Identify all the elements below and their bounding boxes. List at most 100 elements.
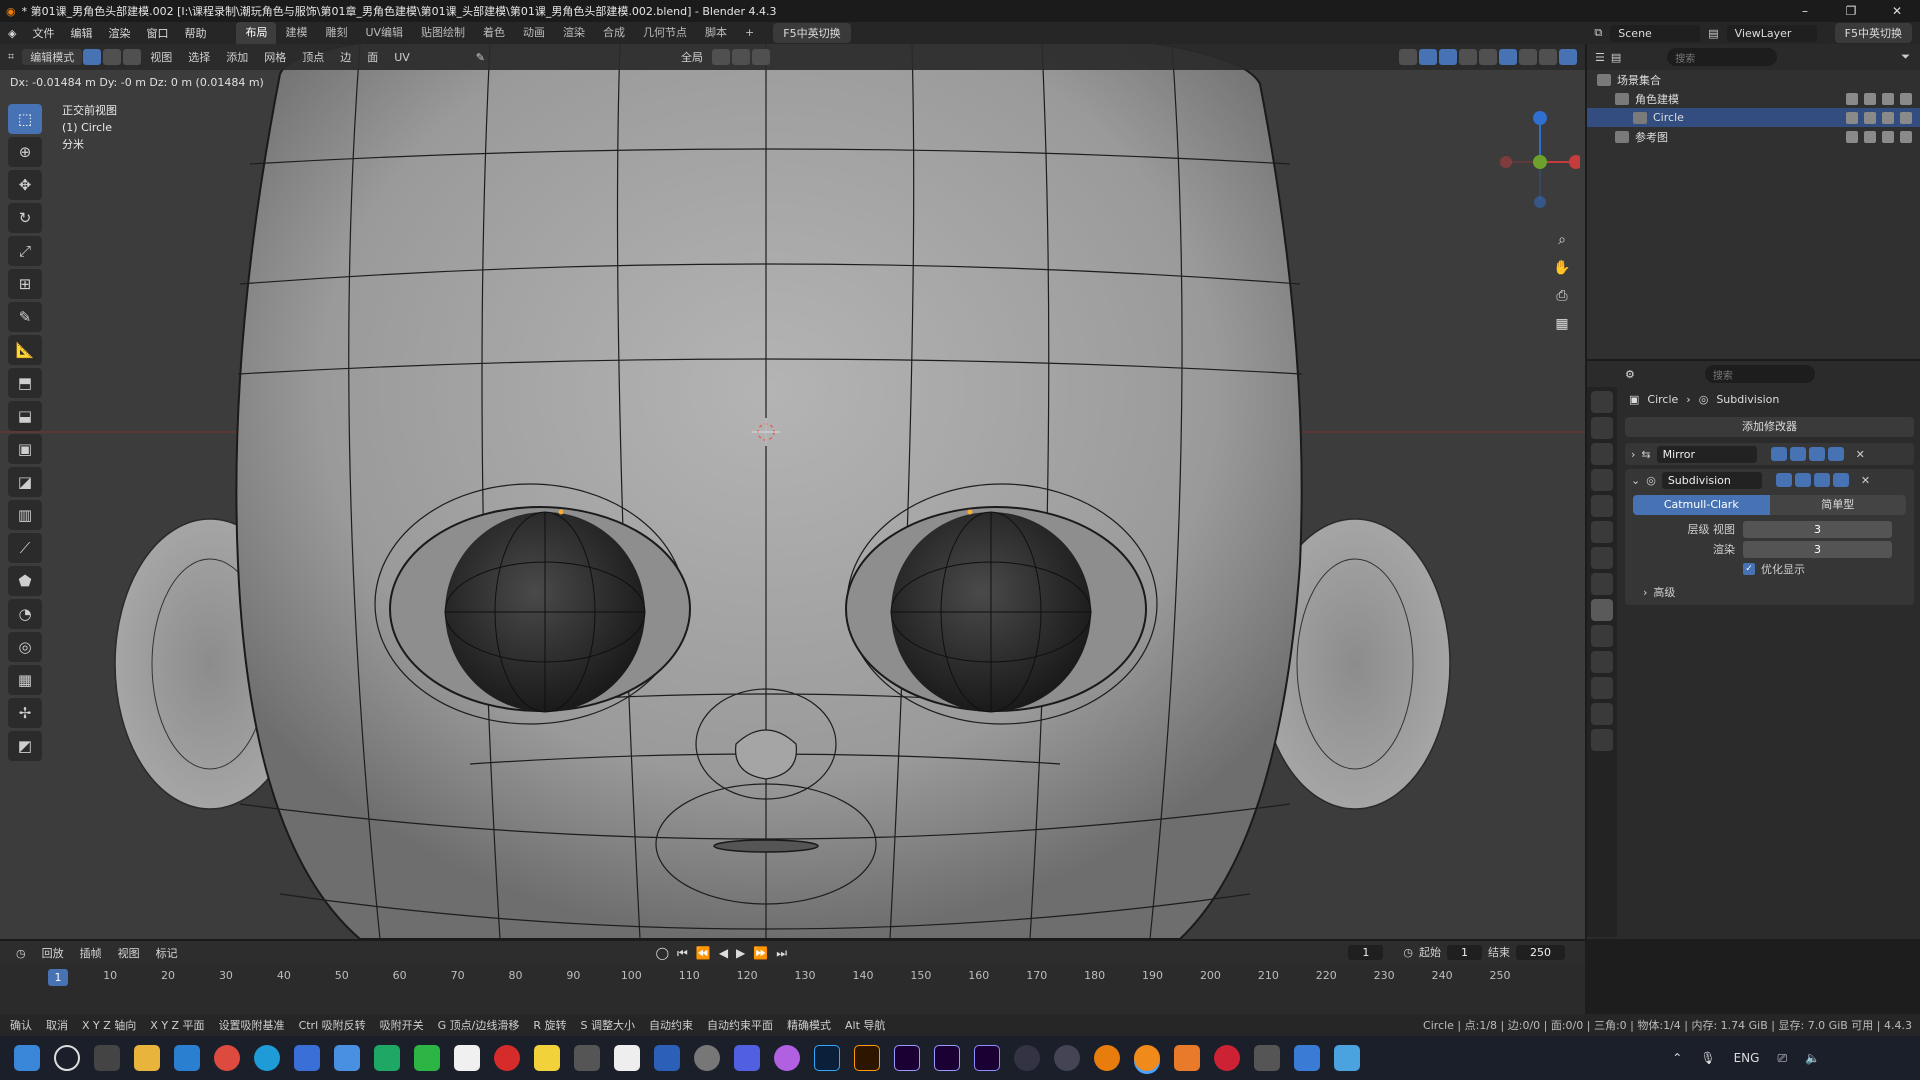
tray-expand-icon[interactable]: ⌃ <box>1672 1051 1682 1066</box>
app-icon[interactable] <box>1214 1045 1240 1071</box>
outliner-editor-icon[interactable]: ☰ <box>1595 51 1605 64</box>
menu-marker[interactable]: 标记 <box>148 945 186 961</box>
outliner-row[interactable]: 角色建模 <box>1587 89 1920 108</box>
move-tool-icon[interactable]: ✥ <box>8 170 42 200</box>
tab-scripting[interactable]: 脚本 <box>696 22 736 44</box>
ortho-grid-icon[interactable]: ▦ <box>1550 312 1574 336</box>
shading-rendered-button[interactable] <box>1539 49 1557 65</box>
levels-viewport-field[interactable]: 3 <box>1743 520 1892 538</box>
annotate-tool-icon[interactable]: ✎ <box>8 302 42 332</box>
app-icon[interactable] <box>574 1045 600 1071</box>
menu-timeline-view[interactable]: 视图 <box>110 945 148 961</box>
tab-uv-editing[interactable]: UV编辑 <box>356 22 412 44</box>
start-frame-field[interactable]: 1 <box>1447 944 1482 960</box>
timeline-editor-icon[interactable]: ◷ <box>8 947 34 960</box>
modifier-tab-icon[interactable] <box>1591 599 1613 621</box>
tab-compositing[interactable]: 合成 <box>594 22 634 44</box>
menu-help[interactable]: 帮助 <box>176 25 214 41</box>
tab-geometry-nodes[interactable]: 几何节点 <box>634 22 696 44</box>
snap-button[interactable] <box>732 49 750 65</box>
material-tab-icon[interactable] <box>1591 729 1613 751</box>
menu-add[interactable]: 添加 <box>218 49 256 65</box>
end-frame-field[interactable]: 250 <box>1516 944 1565 960</box>
collapse-icon[interactable]: ⌄ <box>1631 474 1640 487</box>
display-mode-icon[interactable]: ▤ <box>1611 51 1621 64</box>
menu-face[interactable]: 面 <box>359 49 386 65</box>
constraints-tab-icon[interactable] <box>1591 677 1613 699</box>
remove-modifier-icon[interactable]: ✕ <box>1861 474 1870 487</box>
mirror-toggles[interactable] <box>1770 447 1844 461</box>
mirror-name-field[interactable]: Mirror <box>1656 445 1757 463</box>
menu-file[interactable]: 文件 <box>24 25 62 41</box>
visibility-toggles[interactable] <box>1846 92 1912 105</box>
bevel-tool-icon[interactable]: ◪ <box>8 467 42 497</box>
playhead[interactable]: 1 <box>48 969 68 986</box>
network-icon[interactable]: ⎚ <box>1777 1051 1787 1066</box>
jump-start-icon[interactable]: ⏮ <box>677 946 688 961</box>
menu-select[interactable]: 选择 <box>180 49 218 65</box>
word-icon[interactable] <box>654 1045 680 1071</box>
app-icon[interactable] <box>294 1045 320 1071</box>
blender-menu-icon[interactable]: ◈ <box>0 27 24 40</box>
app-icon[interactable] <box>374 1045 400 1071</box>
eyedropper-icon[interactable]: ✎ <box>468 51 493 64</box>
edge-icon[interactable] <box>254 1045 280 1071</box>
tab-texture-paint[interactable]: 贴图绘制 <box>412 22 474 44</box>
smooth-tool-icon[interactable]: ◎ <box>8 632 42 662</box>
particles-tab-icon[interactable] <box>1591 625 1613 647</box>
cursor-tool-icon[interactable]: ⊕ <box>8 137 42 167</box>
search-icon[interactable] <box>54 1045 80 1071</box>
physics-tab-icon[interactable] <box>1591 651 1613 673</box>
outliner-search[interactable]: 搜索 <box>1667 48 1778 66</box>
tab-rendering[interactable]: 渲染 <box>554 22 594 44</box>
record-icon[interactable]: ◯ <box>656 946 669 961</box>
shading-solid-button[interactable] <box>1499 49 1517 65</box>
xray-button[interactable] <box>1459 49 1477 65</box>
outliner-row[interactable]: 参考图 <box>1587 127 1920 146</box>
shrink-tool-icon[interactable]: ▦ <box>8 665 42 695</box>
play-icon[interactable]: ▶ <box>736 946 745 961</box>
app-icon[interactable] <box>1174 1045 1200 1071</box>
subdivision-toggles[interactable] <box>1775 473 1849 487</box>
app-icon[interactable] <box>1054 1045 1080 1071</box>
jump-end-icon[interactable]: ⏭ <box>776 946 787 961</box>
rip-tool-icon[interactable]: ◩ <box>8 731 42 761</box>
face-select-button[interactable] <box>123 49 142 65</box>
menu-render[interactable]: 渲染 <box>100 25 138 41</box>
render-levels-field[interactable]: 3 <box>1743 540 1892 558</box>
app-icon[interactable] <box>1014 1045 1040 1071</box>
subdivision-name-field[interactable]: Subdivision <box>1661 471 1762 489</box>
data-tab-icon[interactable] <box>1591 703 1613 725</box>
simple-button[interactable]: 简单型 <box>1769 495 1906 515</box>
outliner-row[interactable]: 场景集合 <box>1587 70 1920 89</box>
app-icon[interactable] <box>1254 1045 1280 1071</box>
menu-playback[interactable]: 回放 <box>34 945 72 961</box>
camera-view-icon[interactable]: ⎙ <box>1550 284 1574 308</box>
close-button[interactable]: ✕ <box>1874 4 1920 18</box>
app-icon[interactable] <box>334 1045 360 1071</box>
input-language[interactable]: ENG <box>1734 1051 1760 1066</box>
scale-tool-icon[interactable]: ⤢ <box>8 236 42 266</box>
minimize-button[interactable]: – <box>1782 4 1828 18</box>
pivot-button[interactable] <box>712 49 730 65</box>
tab-modeling[interactable]: 建模 <box>276 22 316 44</box>
blender-icon[interactable] <box>1094 1045 1120 1071</box>
proportional-edit-button[interactable] <box>752 49 770 65</box>
expand-icon[interactable]: › <box>1631 448 1635 461</box>
render-tab-icon[interactable] <box>1591 417 1613 439</box>
3d-viewport[interactable]: ⌗ 编辑模式 视图 选择 添加 网格 顶点 边 面 UV ✎ 全局 Dx: -0… <box>0 44 1585 939</box>
maximize-button[interactable]: ❐ <box>1828 4 1874 18</box>
view-layer-tab-icon[interactable] <box>1591 469 1613 491</box>
next-key-icon[interactable]: ⏩ <box>753 946 768 961</box>
ime-toggle-button[interactable]: F5中英切换 <box>773 23 851 43</box>
file-explorer-icon[interactable] <box>134 1045 160 1071</box>
transform-orientation[interactable]: 全局 <box>673 49 711 65</box>
illustrator-icon[interactable] <box>854 1045 880 1071</box>
menu-mesh[interactable]: 网格 <box>256 49 294 65</box>
tab-sculpting[interactable]: 雕刻 <box>316 22 356 44</box>
measure-tool-icon[interactable]: 📐 <box>8 335 42 365</box>
catmull-clark-button[interactable]: Catmull-Clark <box>1633 495 1770 515</box>
play-reverse-icon[interactable]: ◀ <box>719 946 728 961</box>
menu-vertex[interactable]: 顶点 <box>294 49 332 65</box>
select-tool-icon[interactable]: ⬚ <box>8 104 42 134</box>
